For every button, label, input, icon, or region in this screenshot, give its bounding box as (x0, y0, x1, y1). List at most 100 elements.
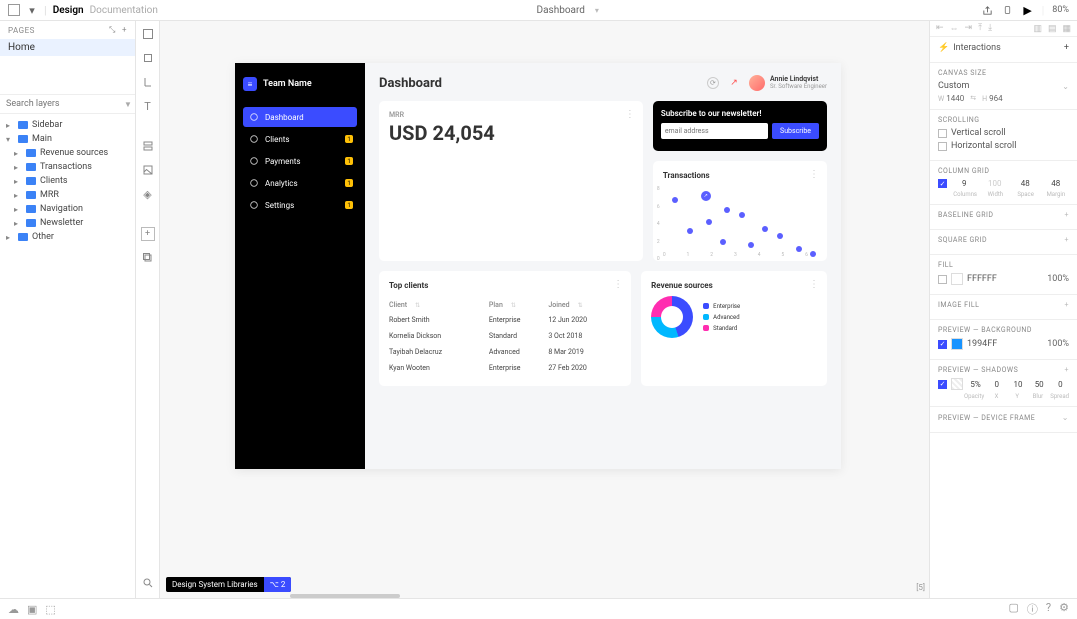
table-row[interactable]: Kornelia DicksonStandard3 Oct 2018 (389, 328, 621, 344)
layer-item[interactable]: ▸Newsletter (0, 216, 135, 230)
grid-value[interactable]: 48 (1043, 179, 1070, 188)
nav-item[interactable]: Payments1 (243, 151, 357, 171)
fill-swatch[interactable] (951, 273, 963, 285)
link-icon[interactable]: ↗ (728, 77, 740, 89)
avatar[interactable] (749, 75, 765, 91)
table-header[interactable]: Plan⇅ (489, 298, 548, 312)
text-tool-icon[interactable]: T (141, 99, 155, 113)
cloud-icon[interactable]: ☁ (8, 603, 19, 616)
stack-tool-icon[interactable] (141, 139, 155, 153)
preview-bg-hex[interactable]: 1994FF (967, 339, 1043, 349)
add-icon[interactable]: + (1064, 43, 1069, 53)
table-header[interactable]: Joined⇅ (548, 298, 621, 312)
preview-bg-opacity[interactable]: 100% (1047, 339, 1069, 349)
preview-bg-checkbox[interactable]: ✓ (938, 340, 947, 349)
project-name[interactable]: Design (53, 5, 84, 16)
canvas[interactable]: ≡ Team Name DashboardClients1Payments1An… (160, 21, 929, 598)
table-header[interactable]: Client⇅ (389, 298, 489, 312)
layer-search[interactable]: ▼ (0, 94, 135, 114)
add-page-icon[interactable]: + (122, 25, 127, 35)
fill-hex[interactable]: FFFFFF (967, 274, 1043, 284)
chevron-down-icon[interactable]: ⌄ (1062, 413, 1069, 422)
image-tool-icon[interactable] (141, 163, 155, 177)
nav-item[interactable]: Clients1 (243, 129, 357, 149)
shadow-value[interactable]: 0 (1052, 380, 1069, 389)
table-row[interactable]: Robert SmithEnterprise12 Jun 2020 (389, 312, 621, 328)
search-icon[interactable] (141, 576, 155, 590)
play-icon[interactable]: ▶ (1022, 4, 1034, 16)
layer-item[interactable]: ▸Other (0, 230, 135, 244)
chevron-down-icon[interactable]: ▾ (26, 4, 38, 16)
canvas-mode[interactable]: Custom (938, 81, 1058, 91)
component-tool-icon[interactable]: ◈ (141, 187, 155, 201)
collapse-icon[interactable]: ⤡ (109, 25, 116, 35)
layers-tool-icon[interactable] (141, 251, 155, 265)
interactions-label[interactable]: Interactions (953, 43, 1060, 53)
layer-item[interactable]: ▸Clients (0, 174, 135, 188)
shadow-value[interactable]: 50 (1031, 380, 1048, 389)
chevron-down-icon[interactable]: ⌄ (1062, 82, 1069, 91)
shape-tool-icon[interactable] (141, 75, 155, 89)
device-icon[interactable]: ▢ (1009, 601, 1019, 617)
email-input[interactable] (661, 123, 768, 139)
shadow-value[interactable]: 10 (1009, 380, 1026, 389)
shadow-checkbox[interactable]: ✓ (938, 380, 947, 389)
baseline-grid-header[interactable]: Baseline Grid (938, 211, 994, 219)
settings-icon[interactable]: ⚙ (1059, 601, 1069, 617)
zoom-level[interactable]: 80% (1052, 5, 1069, 15)
align-right-icon[interactable]: ⇥ (965, 23, 973, 34)
vertical-scroll-checkbox[interactable] (938, 129, 947, 138)
layers-icon[interactable]: ▣ (27, 603, 37, 616)
swap-icon[interactable]: ⇆ (970, 94, 976, 103)
align-center-icon[interactable]: ⇔ (950, 23, 959, 34)
canvas-height[interactable]: 964 (989, 94, 1003, 103)
square-grid-header[interactable]: Square Grid (938, 236, 987, 244)
frame-tool-icon[interactable] (141, 51, 155, 65)
grid-value[interactable]: 48 (1012, 179, 1039, 188)
add-icon[interactable]: + (1065, 211, 1069, 219)
nav-item[interactable]: Analytics1 (243, 173, 357, 193)
chevron-down-icon[interactable]: ▼ (124, 100, 132, 109)
column-grid-checkbox[interactable]: ✓ (938, 179, 947, 188)
grid-value[interactable]: 9 (951, 179, 978, 188)
page-item-home[interactable]: Home (0, 39, 135, 56)
page-name[interactable]: Dashboard (537, 5, 585, 16)
artboard-tool-icon[interactable] (141, 27, 155, 41)
more-icon[interactable]: ⋮ (613, 279, 623, 290)
layer-item[interactable]: ▸Sidebar (0, 118, 135, 132)
table-row[interactable]: Kyan WootenEnterprise27 Feb 2020 (389, 360, 621, 376)
cursor-icon[interactable]: ⬚ (45, 603, 55, 616)
image-fill-header[interactable]: Image Fill (938, 301, 979, 309)
distribute-h-icon[interactable]: ▥ (1033, 24, 1042, 34)
table-row[interactable]: Tayibah DelacruzAdvanced8 Mar 2019 (389, 344, 621, 360)
layer-item[interactable]: ▾Main (0, 132, 135, 146)
fill-checkbox[interactable] (938, 275, 947, 284)
device-icon[interactable] (1002, 4, 1014, 16)
plus-tool-icon[interactable]: + (141, 227, 155, 241)
shadow-value[interactable]: 5% (967, 380, 984, 389)
preview-frame-header[interactable]: Preview — Device Frame (938, 414, 1035, 422)
app-menu-icon[interactable] (8, 4, 20, 16)
layer-item[interactable]: ▸MRR (0, 188, 135, 202)
layer-item[interactable]: ▸Revenue sources (0, 146, 135, 160)
add-icon[interactable]: + (1065, 366, 1069, 374)
add-icon[interactable]: + (1065, 301, 1069, 309)
info-icon[interactable]: ⓘ (1027, 601, 1038, 617)
grid-icon[interactable]: ▦ (1062, 24, 1071, 34)
more-icon[interactable]: ⋮ (809, 279, 819, 290)
align-bottom-icon[interactable]: ⤓ (988, 23, 992, 34)
canvas-width[interactable]: 1440 (946, 94, 964, 103)
align-left-icon[interactable]: ⇤ (936, 23, 944, 34)
design-system-libraries-button[interactable]: Design System Libraries ⌥ 2 (166, 577, 291, 592)
share-icon[interactable] (982, 4, 994, 16)
help-icon[interactable]: ? (1046, 601, 1051, 617)
nav-item[interactable]: Settings1 (243, 195, 357, 215)
chevron-down-icon[interactable]: ▾ (591, 4, 603, 16)
fill-opacity[interactable]: 100% (1047, 274, 1069, 284)
preview-bg-swatch[interactable] (951, 338, 963, 350)
more-icon[interactable]: ⋮ (625, 109, 635, 120)
nav-item[interactable]: Dashboard (243, 107, 357, 127)
layer-item[interactable]: ▸Navigation (0, 202, 135, 216)
refresh-icon[interactable]: ⟳ (707, 77, 719, 89)
grid-value[interactable]: 100 (982, 179, 1009, 188)
